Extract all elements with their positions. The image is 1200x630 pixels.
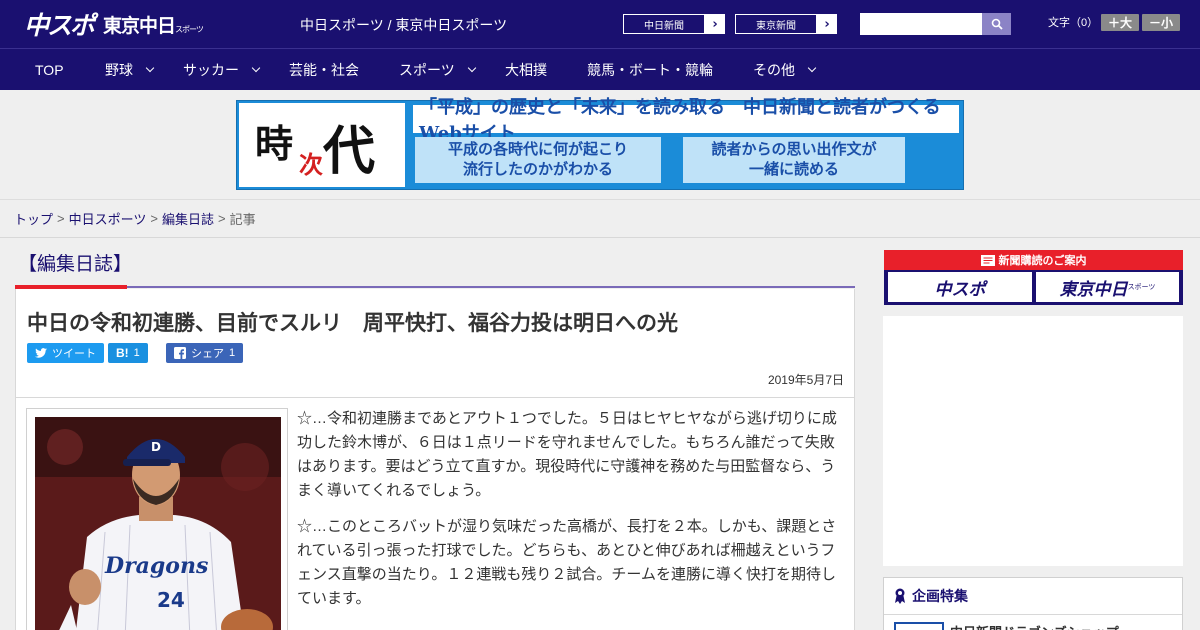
banner-kanji-tsugi: 次 bbox=[299, 150, 323, 179]
facebook-share-label: シェア bbox=[191, 348, 224, 360]
search-input[interactable] bbox=[860, 13, 982, 35]
logo-chuspo[interactable]: 中スポ bbox=[24, 6, 95, 42]
nav-item-sumo[interactable]: 大相撲 bbox=[505, 49, 547, 91]
banner-kanji-ji: 時 bbox=[255, 121, 294, 166]
nav-item-sports[interactable]: スポーツ bbox=[399, 49, 476, 91]
facebook-share-button[interactable]: シェア 1 bbox=[166, 343, 244, 363]
logo-tokyo-text: 東京中日 bbox=[103, 14, 176, 37]
nav-label: 競馬・ボート・競輪 bbox=[587, 62, 713, 78]
chevron-right-icon: › bbox=[824, 16, 830, 32]
breadcrumb-editorial-diary[interactable]: 編集日誌 bbox=[162, 209, 214, 228]
font-larger-button[interactable]: ＋大 bbox=[1101, 14, 1139, 31]
subscribe-tokyo-chunichi-label: 東京中日 bbox=[1059, 279, 1128, 300]
logo-tokyo-small: スポーツ bbox=[175, 24, 204, 34]
nav-item-baseball[interactable]: 野球 bbox=[105, 49, 155, 91]
subscribe-tokyo-chunichi-small: スポーツ bbox=[1127, 283, 1156, 291]
jersey-text: Dragons bbox=[104, 553, 208, 579]
breadcrumb: トップ > 中日スポーツ > 編集日誌 > 記事 bbox=[0, 200, 1200, 238]
chevron-down-icon bbox=[807, 63, 817, 73]
font-size-label: 文字（0） bbox=[1048, 17, 1099, 29]
chunichi-shimbun-link[interactable]: 中日新聞 › bbox=[622, 13, 726, 35]
subscribe-tokyo-chunichi-button[interactable]: 東京中日 スポーツ bbox=[1036, 272, 1179, 302]
feature-title-label: 企画特集 bbox=[912, 588, 968, 604]
article-card: 中日の令和初連勝、目前でスルリ 周平快打、福谷力投は明日への光 ツイート B! … bbox=[15, 289, 855, 630]
banner-kanji-dai: 代 bbox=[323, 121, 376, 182]
article-photo-frame: D Dragons 24 bbox=[26, 408, 288, 630]
nav-label: 野球 bbox=[105, 62, 133, 78]
article-divider bbox=[16, 397, 854, 398]
jidai-banner[interactable]: 時 次 代 「平成」の歴史と「未来」を読み取る 中日新聞と読者がつくるWebサイ… bbox=[236, 97, 964, 190]
banner-logo-box: 時 次 代 bbox=[239, 103, 405, 187]
feature-divider bbox=[884, 614, 1182, 615]
subscription-box: 新聞購読のご案内 中スポ 東京中日 スポーツ bbox=[884, 250, 1183, 305]
nav-item-top[interactable]: TOP bbox=[35, 49, 64, 91]
search-button[interactable] bbox=[982, 13, 1011, 35]
site-logo[interactable]: 中スポ 東京中日スポーツ bbox=[24, 6, 204, 42]
hatena-icon: B! bbox=[116, 346, 129, 360]
hatena-bookmark-button[interactable]: B! 1 bbox=[108, 343, 148, 363]
tweet-button[interactable]: ツイート bbox=[27, 343, 104, 363]
top-header-bar: 中スポ 東京中日スポーツ 中日スポーツ / 東京中日スポーツ 中日新聞 › 東京… bbox=[0, 0, 1200, 48]
nav-item-soccer[interactable]: サッカー bbox=[183, 49, 261, 91]
chunichi-shimbun-label: 中日新聞 bbox=[623, 14, 705, 34]
section-title: 【編集日誌】 bbox=[18, 254, 133, 275]
nav-label: その他 bbox=[753, 62, 795, 78]
search-icon bbox=[991, 18, 1003, 30]
chevron-down-icon bbox=[467, 63, 476, 73]
breadcrumb-separator: > bbox=[57, 211, 65, 226]
article-date: 2019年5月7日 bbox=[767, 373, 844, 387]
ribbon-icon bbox=[895, 588, 905, 604]
chevron-down-icon bbox=[145, 63, 155, 73]
feature-box: 企画特集 中日新聞ドラゴンズショップ bbox=[883, 577, 1183, 630]
logo-tokyo-chunichi[interactable]: 東京中日スポーツ bbox=[103, 11, 204, 38]
article-paragraph: ☆…令和初連勝まであとアウト１つでした。５日はヒヤヒヤながら逃げ切りに成功した鈴… bbox=[297, 410, 837, 499]
chevron-down-icon bbox=[251, 63, 261, 73]
banner-headline: 「平成」の歴史と「未来」を読み取る 中日新聞と読者がつくるWebサイト bbox=[413, 97, 959, 144]
subscription-header: 新聞購読のご案内 bbox=[884, 250, 1183, 270]
article-title: 中日の令和初連勝、目前でスルリ 周平快打、福谷力投は明日への光 bbox=[27, 312, 678, 335]
article-paragraph: ☆…このところバットが湿り気味だった高橋が、長打を２本。しかも、課題とされている… bbox=[297, 518, 837, 607]
nav-label: TOP bbox=[35, 62, 64, 78]
feature-thumbnail[interactable] bbox=[894, 622, 944, 630]
main-nav: TOP 野球 サッカー 芸能・社会 スポーツ 大相撲 競馬・ボート・競輪 その他 bbox=[0, 48, 1200, 90]
hatena-count: 1 bbox=[133, 347, 140, 359]
breadcrumb-top[interactable]: トップ bbox=[14, 209, 53, 228]
article-photo[interactable]: D Dragons 24 bbox=[35, 417, 281, 630]
font-smaller-button[interactable]: －小 bbox=[1142, 14, 1180, 31]
nav-label: 大相撲 bbox=[505, 62, 547, 78]
breadcrumb-chuspo[interactable]: 中日スポーツ bbox=[69, 209, 147, 228]
tokyo-shimbun-label: 東京新聞 bbox=[735, 14, 817, 34]
svg-text:D: D bbox=[151, 440, 161, 454]
nav-label: スポーツ bbox=[399, 62, 455, 78]
feature-title: 企画特集 bbox=[894, 586, 968, 606]
nav-item-keiba[interactable]: 競馬・ボート・競輪 bbox=[587, 49, 713, 91]
breadcrumb-current: 記事 bbox=[229, 212, 256, 227]
nav-label: 芸能・社会 bbox=[289, 62, 359, 78]
banner-sub-right: 読者からの思い出作文が 一緒に読める bbox=[683, 137, 905, 183]
jersey-number: 24 bbox=[157, 588, 185, 612]
twitter-icon bbox=[35, 348, 47, 358]
chevron-right-icon: › bbox=[712, 16, 718, 32]
pitcher-photo-illustration: D Dragons 24 bbox=[35, 417, 281, 630]
facebook-share-count: 1 bbox=[229, 347, 236, 359]
tokyo-shimbun-link[interactable]: 東京新聞 › bbox=[734, 13, 838, 35]
breadcrumb-separator: > bbox=[217, 211, 226, 226]
section-underline bbox=[127, 286, 855, 288]
nav-item-other[interactable]: その他 bbox=[753, 49, 817, 91]
sidebar-ad-slot bbox=[883, 316, 1183, 566]
subscription-header-label: 新聞購読のご案内 bbox=[998, 255, 1087, 267]
feature-item-link[interactable]: 中日新聞ドラゴンズショップ bbox=[950, 622, 1119, 630]
site-names: 中日スポーツ / 東京中日スポーツ bbox=[300, 17, 508, 33]
subscribe-chuspo-button[interactable]: 中スポ bbox=[888, 272, 1032, 302]
tweet-label: ツイート bbox=[52, 348, 96, 360]
article-body: ☆…令和初連勝まであとアウト１つでした。５日はヒヤヒヤながら逃げ切りに成功した鈴… bbox=[297, 407, 845, 623]
banner-sub-left: 平成の各時代に何が起こり 流行したのかがわかる bbox=[415, 137, 661, 183]
nav-item-entertainment[interactable]: 芸能・社会 bbox=[289, 49, 359, 91]
breadcrumb-separator: > bbox=[150, 211, 158, 226]
nav-label: サッカー bbox=[183, 62, 239, 78]
facebook-icon bbox=[174, 347, 186, 359]
banner-area: 時 次 代 「平成」の歴史と「未来」を読み取る 中日新聞と読者がつくるWebサイ… bbox=[0, 90, 1200, 200]
newspaper-icon bbox=[980, 254, 995, 266]
